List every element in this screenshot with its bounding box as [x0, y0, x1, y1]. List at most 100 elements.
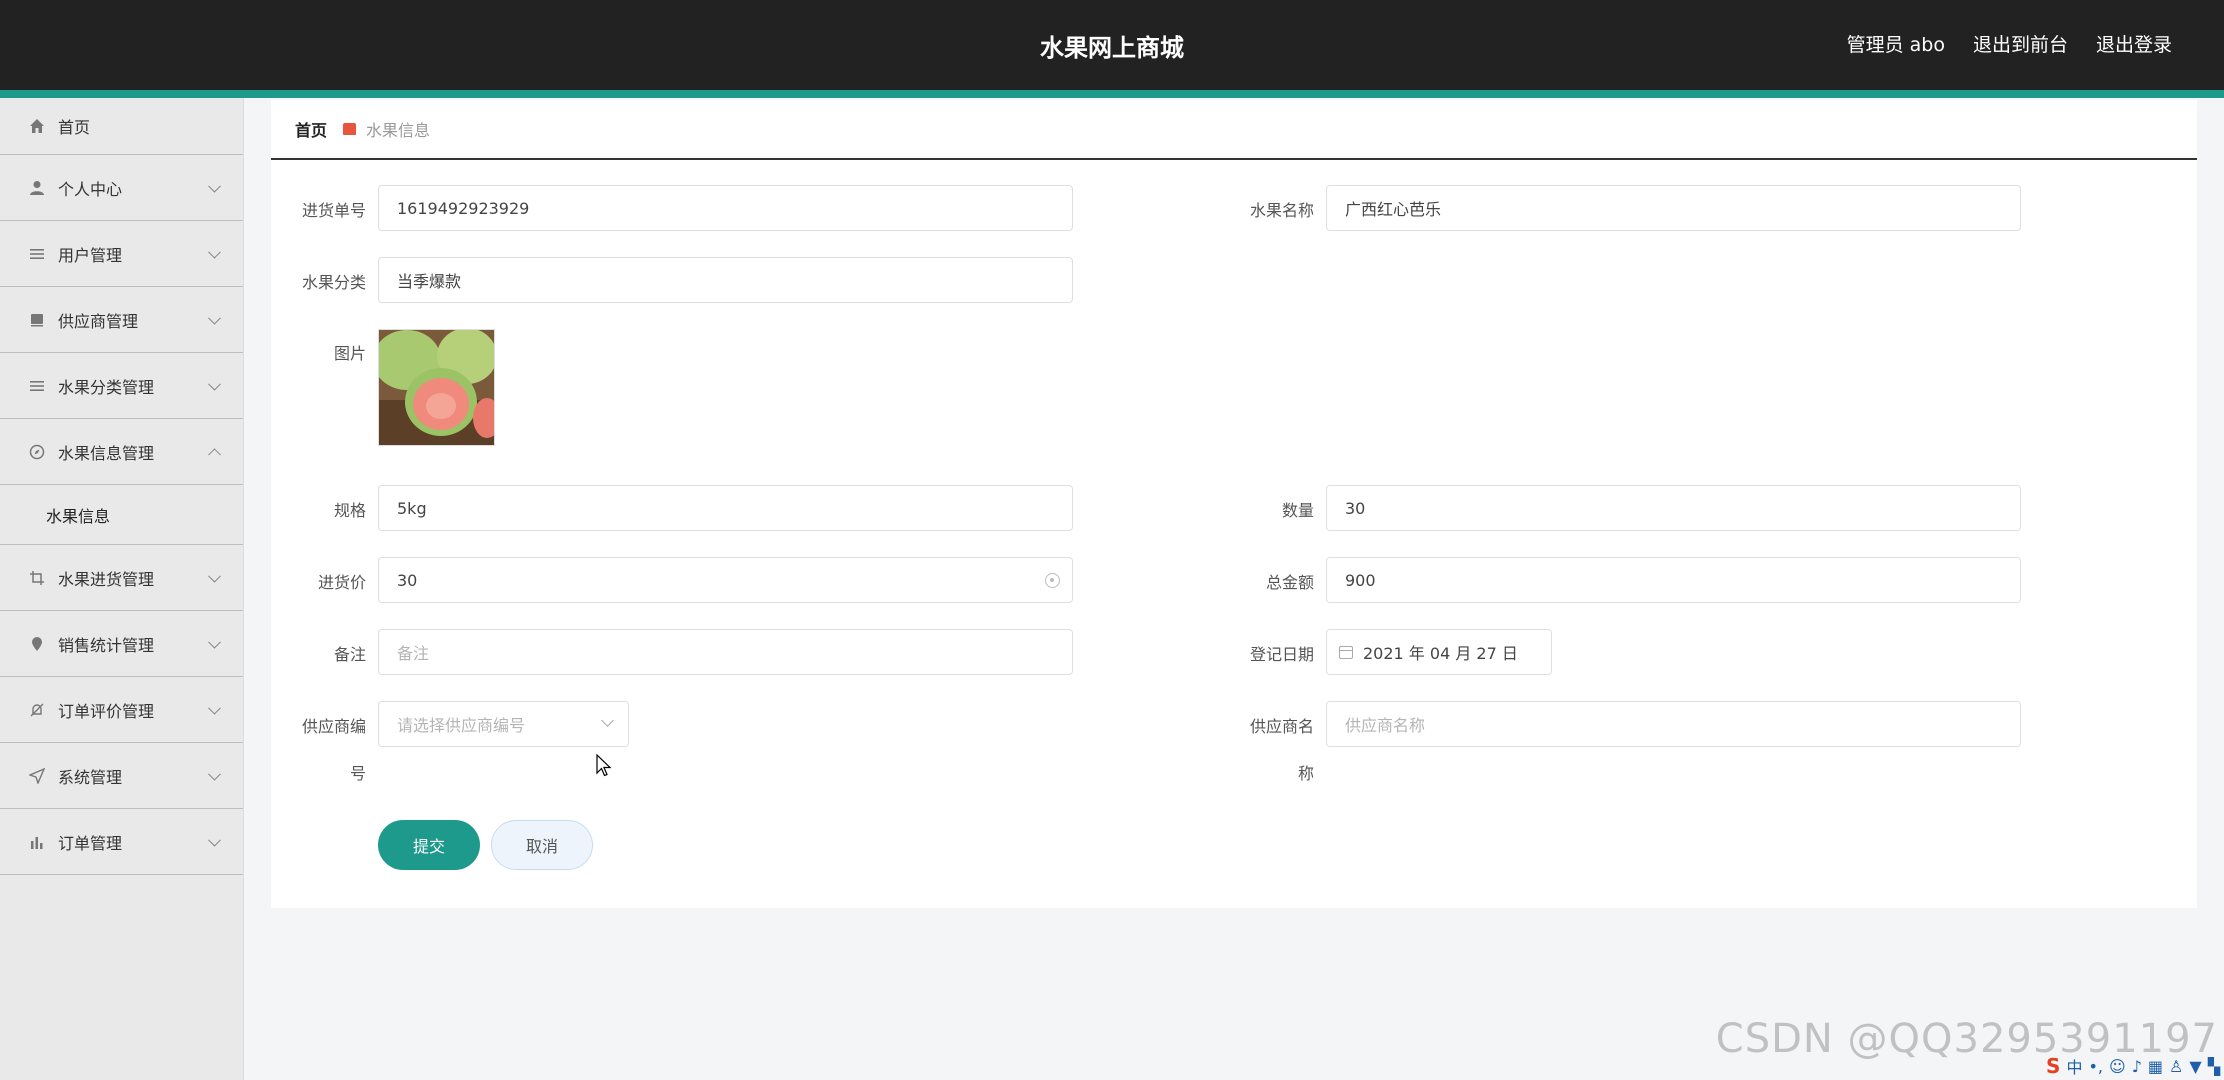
- mouse-cursor-icon: [596, 754, 612, 777]
- chevron-down-icon: [601, 714, 614, 727]
- home-icon: [28, 117, 46, 135]
- sidebar-item-label: 订单评价管理: [58, 701, 155, 721]
- price-input[interactable]: 30: [378, 557, 1073, 603]
- sidebar-item-sales-statistics-management[interactable]: 销售统计管理: [0, 611, 243, 677]
- sidebar-item-fruit-info-management[interactable]: 水果信息管理: [0, 419, 243, 485]
- emoji-icon[interactable]: ☺: [2109, 1057, 2126, 1076]
- grid-icon[interactable]: ▚: [2208, 1057, 2220, 1076]
- compass-icon: [28, 443, 46, 461]
- user-icon: [28, 179, 46, 197]
- spec-label: 规格: [333, 501, 366, 520]
- list-icon: [28, 377, 46, 395]
- purchase-no-label: 进货单号: [301, 201, 366, 220]
- reg-date-label: 登记日期: [1249, 645, 1314, 664]
- sidebar-item-label: 首页: [58, 118, 91, 137]
- submit-button[interactable]: 提交: [378, 820, 480, 870]
- breadcrumb-home[interactable]: 首页: [295, 117, 327, 141]
- purchase-no-input[interactable]: 1619492923929: [378, 185, 1073, 231]
- sidebar-item-label: 个人中心: [58, 179, 123, 199]
- ime-logo[interactable]: S: [2046, 1054, 2060, 1078]
- reg-date-picker[interactable]: 2021 年 04 月 27 日: [1326, 629, 1552, 675]
- chevron-down-icon: [208, 179, 221, 193]
- spec-input[interactable]: 5kg: [378, 485, 1073, 531]
- supplier-name-input[interactable]: 供应商名称: [1326, 701, 2021, 747]
- bar-chart-icon: [28, 833, 46, 851]
- supplier-no-select[interactable]: 请选择供应商编号: [378, 701, 629, 747]
- mic-icon[interactable]: ♪: [2132, 1057, 2142, 1076]
- fruit-name-label: 水果名称: [1249, 201, 1314, 220]
- ime-lang[interactable]: 中: [2066, 1054, 2082, 1078]
- keyboard-icon[interactable]: ▦: [2148, 1057, 2163, 1076]
- cancel-button[interactable]: 取消: [491, 820, 593, 870]
- quantity-input[interactable]: 30: [1326, 485, 2021, 531]
- supplier-name-label-cont: 称: [1297, 764, 1314, 783]
- crop-icon: [28, 569, 46, 587]
- pin-icon: [28, 635, 46, 653]
- sidebar-item-label: 供应商管理: [58, 311, 139, 331]
- send-icon: [28, 767, 46, 785]
- sidebar-item-supplier-management[interactable]: 供应商管理: [0, 287, 243, 353]
- gift-icon: [343, 123, 357, 135]
- breadcrumb: 首页 水果信息: [271, 100, 2197, 160]
- fruit-name-input[interactable]: 广西红心芭乐: [1326, 185, 2021, 231]
- chevron-down-icon: [208, 701, 221, 715]
- box-icon: [28, 311, 46, 329]
- category-input[interactable]: 当季爆款: [378, 257, 1073, 303]
- remark-label: 备注: [333, 645, 366, 664]
- quantity-label: 数量: [1281, 501, 1314, 520]
- main-panel: 首页 水果信息 进货单号 1619492923929 水果名称 广西红心芭乐 水…: [271, 100, 2197, 908]
- supplier-no-placeholder: 请选择供应商编号: [397, 716, 526, 735]
- chevron-up-icon: [208, 447, 221, 461]
- supplier-name-label: 供应商名: [1249, 717, 1314, 736]
- chevron-down-icon: [208, 245, 221, 259]
- image-label: 图片: [333, 344, 366, 363]
- total-label: 总金额: [1265, 573, 1314, 592]
- sidebar-item-order-management[interactable]: 订单管理: [0, 809, 243, 875]
- sidebar-item-label: 水果进货管理: [58, 569, 155, 589]
- sidebar-item-label: 订单管理: [58, 833, 123, 853]
- chevron-down-icon: [208, 377, 221, 391]
- exit-to-front-link[interactable]: 退出到前台: [1973, 30, 2068, 57]
- sidebar-item-label: 水果信息管理: [58, 443, 155, 463]
- header-accent-bar: [0, 90, 2224, 98]
- category-label: 水果分类: [301, 273, 366, 292]
- skin-icon[interactable]: ▼: [2189, 1057, 2201, 1076]
- sidebar-item-personal-center[interactable]: 个人中心: [0, 155, 243, 221]
- sidebar-item-user-management[interactable]: 用户管理: [0, 221, 243, 287]
- admin-user-link[interactable]: 管理员 abo: [1847, 30, 1945, 57]
- punctuation-icon[interactable]: •,: [2088, 1057, 2103, 1076]
- chevron-down-icon: [208, 569, 221, 583]
- sidebar-item-label: 系统管理: [58, 767, 123, 787]
- sidebar-item-fruit-purchase-management[interactable]: 水果进货管理: [0, 545, 243, 611]
- chevron-down-icon: [208, 635, 221, 649]
- logout-link[interactable]: 退出登录: [2096, 30, 2172, 57]
- sidebar-item-order-review-management[interactable]: 订单评价管理: [0, 677, 243, 743]
- total-input[interactable]: 900: [1326, 557, 2021, 603]
- sidebar-item-label: 用户管理: [58, 245, 123, 265]
- chevron-down-icon: [208, 311, 221, 325]
- sidebar-item-system-management[interactable]: 系统管理: [0, 743, 243, 809]
- ime-toolbar: S 中 •, ☺ ♪ ▦ ♙ ▼ ▚: [2046, 1054, 2220, 1078]
- sidebar-item-fruit-category-management[interactable]: 水果分类管理: [0, 353, 243, 419]
- chevron-down-icon: [208, 767, 221, 781]
- supplier-no-label: 供应商编: [301, 717, 366, 736]
- chevron-down-icon: [208, 833, 221, 847]
- header-links: 管理员 abo 退出到前台 退出登录: [1847, 30, 2172, 57]
- top-header: 水果网上商城 管理员 abo 退出到前台 退出登录: [0, 0, 2224, 90]
- sidebar-subitem-fruit-info[interactable]: 水果信息: [0, 485, 243, 545]
- bell-off-icon: [28, 701, 46, 719]
- breadcrumb-current: 水果信息: [366, 121, 431, 140]
- reg-date-value: 2021 年 04 月 27 日: [1363, 644, 1518, 663]
- sidebar: 首页 个人中心 用户管理 供应商管理 水果分类管理 水果信息管理 水果信息 水果…: [0, 98, 244, 1080]
- fruit-image[interactable]: [378, 329, 495, 446]
- sidebar-item-label: 销售统计管理: [58, 635, 155, 655]
- remark-input[interactable]: 备注: [378, 629, 1073, 675]
- user-icon[interactable]: ♙: [2169, 1057, 2183, 1076]
- price-label: 进货价: [317, 573, 366, 592]
- sidebar-item-home[interactable]: 首页: [0, 98, 243, 155]
- clear-icon[interactable]: [1045, 573, 1060, 588]
- supplier-no-label-cont: 号: [349, 764, 366, 783]
- list-icon: [28, 245, 46, 263]
- calendar-icon: [1339, 645, 1353, 659]
- price-value: 30: [397, 570, 418, 590]
